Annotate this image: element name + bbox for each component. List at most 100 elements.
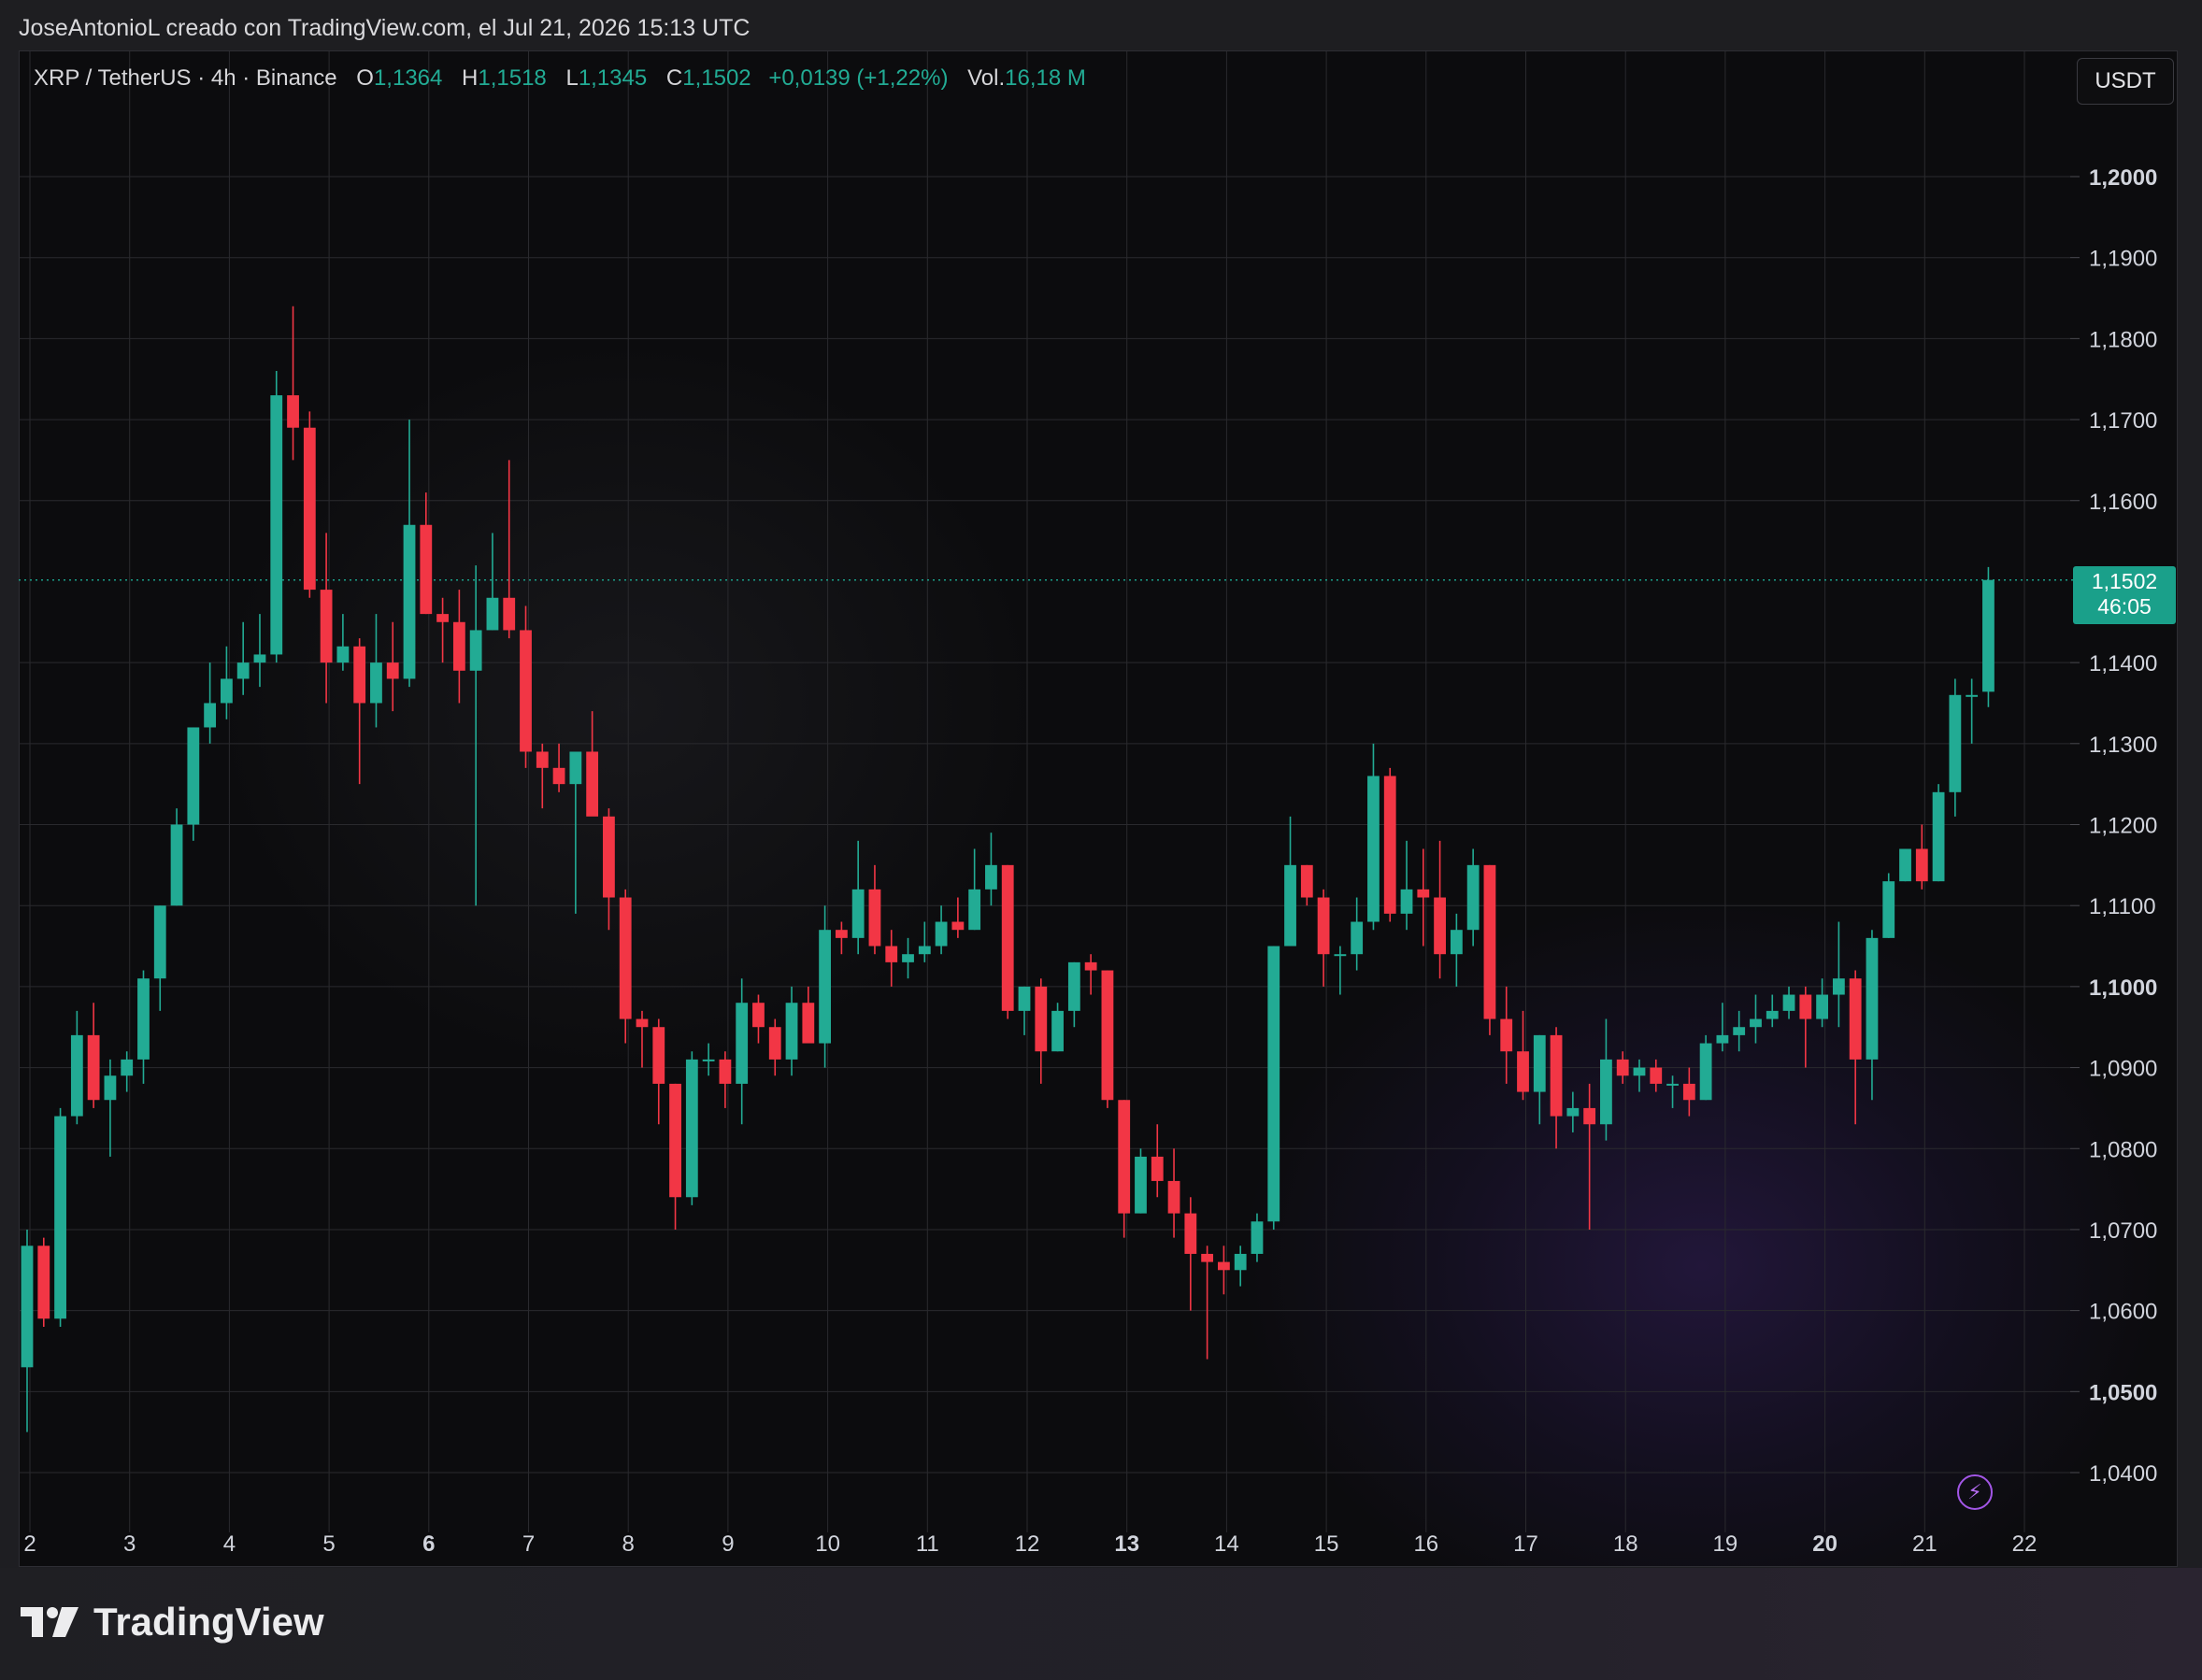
candle-body	[1434, 897, 1446, 955]
y-tick-label: 1,1900	[2089, 247, 2157, 272]
candle-body	[137, 978, 150, 1060]
symbol-label[interactable]: XRP / TetherUS · 4h · Binance	[34, 65, 337, 91]
y-tick-label: 1,0600	[2089, 1300, 2157, 1325]
candle-body	[1400, 889, 1413, 914]
candle-body	[153, 905, 166, 979]
candle-body	[768, 1027, 781, 1060]
candle-body	[885, 946, 898, 962]
high-value: 1,1518	[478, 65, 547, 91]
candle-body	[1849, 978, 1862, 1060]
x-tick-label: 19	[1713, 1531, 1738, 1557]
candle-body	[1882, 881, 1895, 938]
volume-label: Vol.	[967, 65, 1006, 91]
candle-body	[1267, 946, 1280, 1222]
candle-body	[1949, 694, 1962, 792]
candle-body	[1084, 961, 1097, 971]
candle-body	[1583, 1107, 1596, 1125]
candle-body	[1284, 864, 1296, 947]
footer-bar	[0, 1568, 2202, 1680]
candle-body	[1733, 1027, 1746, 1035]
candle-body	[636, 1018, 649, 1028]
change-value: +0,0139 (+1,22%)	[768, 65, 949, 91]
candle-body	[552, 767, 565, 785]
last-price-value: 1,1502	[2091, 569, 2158, 593]
candle-body	[1118, 1100, 1131, 1214]
candle-body	[170, 824, 183, 906]
candle-body	[652, 1027, 665, 1084]
candle-body	[902, 954, 914, 962]
candle-body	[1915, 848, 1928, 882]
candle-body	[1018, 986, 1031, 1011]
candle-body	[236, 662, 250, 679]
bar-countdown: 46:05	[2097, 594, 2152, 619]
candle-body	[1650, 1067, 1663, 1084]
candle-body	[785, 1003, 798, 1060]
currency-button[interactable]: USDT	[2077, 58, 2174, 105]
candle-body	[1550, 1034, 1563, 1117]
high-label: H	[462, 65, 479, 91]
candle-body	[935, 921, 948, 947]
candle-body	[386, 662, 399, 679]
candle-body	[336, 646, 350, 663]
x-tick-label: 22	[2012, 1531, 2038, 1557]
open-label: O	[356, 65, 374, 91]
candle-body	[520, 630, 532, 752]
candle-body	[320, 590, 333, 663]
x-tick-label: 12	[1015, 1531, 1040, 1557]
candle-body	[702, 1059, 715, 1061]
candle-body	[619, 897, 632, 1019]
x-tick-label: 6	[422, 1531, 435, 1557]
candle-body	[1151, 1156, 1164, 1181]
x-tick-label: 14	[1214, 1531, 1239, 1557]
candle-body	[1966, 694, 1979, 697]
y-tick-label: 1,2000	[2089, 165, 2157, 191]
open-value: 1,1364	[373, 65, 443, 91]
brand-logo[interactable]: TradingView	[21, 1600, 324, 1644]
candle-body	[1135, 1156, 1147, 1214]
candle-body	[1001, 864, 1014, 1011]
y-tick-label: 1,1300	[2089, 733, 2157, 758]
candle-body	[21, 1246, 34, 1368]
candle-body	[486, 597, 499, 631]
candle-body	[536, 751, 549, 768]
lightning-icon[interactable]: ⚡	[1957, 1474, 1993, 1510]
candlestick-chart[interactable]: 1,2000 1,1900 1,1800 1,1700 1,1600 1,1400 1,13…	[0, 0, 2202, 1680]
candle-body	[1483, 864, 1496, 1019]
candle-body	[1816, 994, 1829, 1019]
last-price-tag: 1,1502 46:05	[2073, 566, 2176, 624]
candle-body	[1666, 1083, 1679, 1086]
candle-body	[685, 1059, 698, 1198]
x-tick-label: 2	[23, 1531, 36, 1557]
candle-body	[1799, 994, 1812, 1019]
candle-body	[1466, 864, 1480, 931]
candle-body	[603, 816, 615, 898]
candle-body	[1300, 864, 1313, 898]
candle-body	[868, 889, 881, 947]
candle-body	[503, 597, 516, 631]
x-tick-label: 7	[522, 1531, 535, 1557]
candle-body	[220, 678, 233, 704]
x-tick-label: 18	[1613, 1531, 1638, 1557]
x-tick-label: 11	[916, 1531, 939, 1557]
x-tick-label: 13	[1114, 1531, 1139, 1557]
x-tick-label: 21	[1912, 1531, 1937, 1557]
y-tick-label: 1,1800	[2089, 327, 2157, 352]
candle-body	[802, 1003, 815, 1044]
candle-body	[736, 1003, 749, 1084]
candle-body	[1750, 1018, 1762, 1028]
candle-body	[985, 864, 997, 890]
x-tick-label: 16	[1413, 1531, 1438, 1557]
candle-body	[835, 930, 848, 938]
candle-body	[420, 524, 433, 615]
candle-body	[586, 751, 599, 817]
candle-body	[469, 630, 482, 671]
y-tick-label: 1,1000	[2089, 975, 2157, 1001]
brand-name: TradingView	[93, 1600, 324, 1644]
candle-body	[1866, 937, 1879, 1060]
candle-body	[104, 1075, 117, 1101]
candle-body	[1334, 954, 1347, 957]
candle-body	[253, 654, 266, 663]
candle-body	[851, 889, 865, 938]
low-label: L	[565, 65, 579, 91]
y-tick-label: 1,1600	[2089, 490, 2157, 515]
